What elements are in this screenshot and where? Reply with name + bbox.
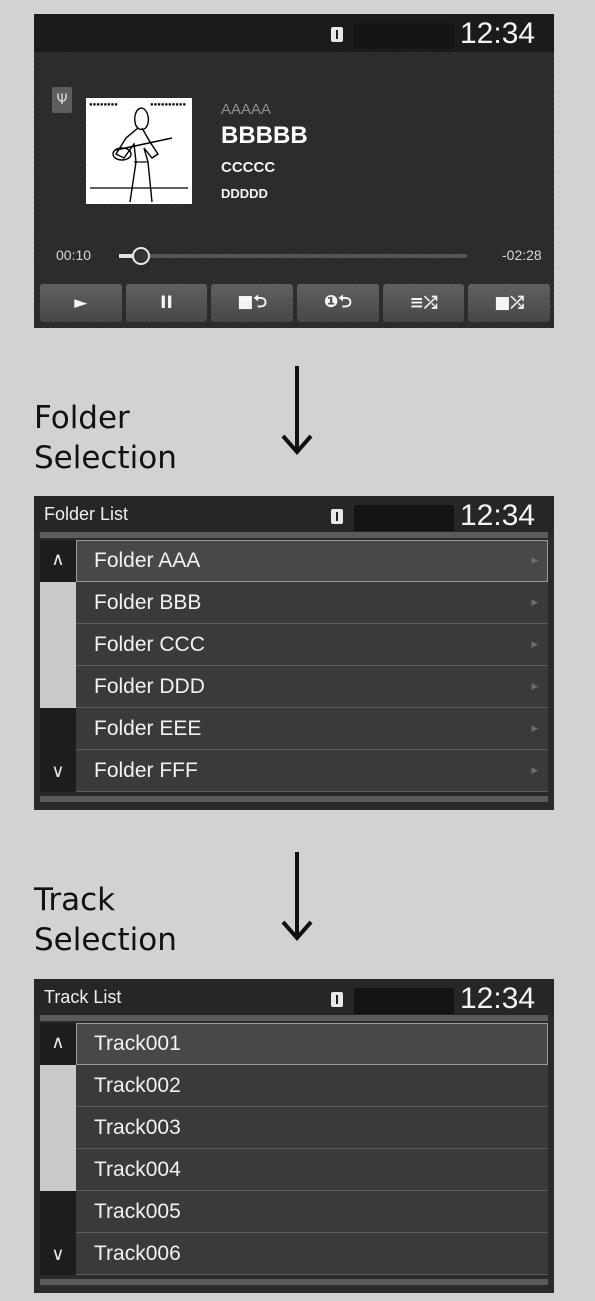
list-item[interactable]: Folder CCC ▸ bbox=[76, 624, 548, 666]
track-repeat-button[interactable]: ❶⮌ bbox=[297, 284, 379, 322]
shuffle-button[interactable]: ≡⤮ bbox=[382, 284, 465, 322]
scrollbar[interactable]: ∧ ∨ bbox=[40, 1023, 76, 1275]
pause-icon: II bbox=[160, 293, 173, 313]
step-label-track-line2: Selection bbox=[34, 922, 177, 958]
album-label: CCCCC bbox=[221, 159, 276, 176]
chevron-right-icon: ▸ bbox=[531, 595, 538, 610]
list-item[interactable]: Track003 bbox=[76, 1107, 548, 1149]
chevron-right-icon: ▸ bbox=[531, 679, 538, 694]
folder-shuffle-button[interactable]: ■⤮ bbox=[468, 284, 551, 322]
folder-name: Folder CCC bbox=[94, 633, 205, 656]
folder-name: Folder EEE bbox=[94, 717, 202, 740]
remaining-time: -02:28 bbox=[502, 247, 542, 263]
clock: 12:34 bbox=[460, 499, 536, 532]
folder-list: Folder AAA ▸ Folder BBB ▸ Folder CCC ▸ F… bbox=[76, 540, 548, 792]
list-item[interactable]: Track006 bbox=[76, 1233, 548, 1275]
folder-name: Folder BBB bbox=[94, 591, 202, 614]
scroll-down-button[interactable]: ∨ bbox=[40, 1235, 76, 1275]
scroll-up-button[interactable]: ∧ bbox=[40, 540, 76, 580]
track-list: Track001 Track002 Track003 Track004 Trac… bbox=[76, 1023, 548, 1275]
scroll-up-button[interactable]: ∧ bbox=[40, 1023, 76, 1063]
genre-label: DDDDD bbox=[221, 186, 268, 201]
folder-name: Folder DDD bbox=[94, 675, 205, 698]
list-item[interactable]: Track001 bbox=[76, 1023, 548, 1065]
scrollbar[interactable]: ∧ ∨ bbox=[40, 540, 76, 792]
track-name: Track006 bbox=[94, 1242, 181, 1265]
usb-status-icon bbox=[331, 992, 343, 1007]
audio-player-screen: 12:34 Ψ ▪▪▪▪▪▪▪▪ ▪▪▪▪▪▪▪▪▪▪ AAAAA BBBBB … bbox=[34, 14, 554, 328]
folder-list-header: Folder List 12:34 bbox=[34, 496, 554, 532]
list-item[interactable]: Folder EEE ▸ bbox=[76, 708, 548, 750]
folder-name: Folder FFF bbox=[94, 759, 198, 782]
usb-status-icon bbox=[331, 27, 343, 42]
clock: 12:34 bbox=[460, 982, 536, 1015]
step-label-folder-line2: Selection bbox=[34, 440, 177, 476]
folder-shuffle-icon: ■⤮ bbox=[494, 293, 525, 313]
list-item[interactable]: Folder BBB ▸ bbox=[76, 582, 548, 624]
step-label-track: Track Selection bbox=[34, 880, 177, 960]
usb-status-icon bbox=[331, 509, 343, 524]
chevron-right-icon: ▸ bbox=[531, 721, 538, 736]
divider bbox=[40, 532, 548, 538]
progress-bar[interactable] bbox=[119, 247, 467, 265]
scroll-thumb[interactable] bbox=[40, 582, 76, 708]
list-item[interactable]: Folder FFF ▸ bbox=[76, 750, 548, 792]
pause-button[interactable]: II bbox=[125, 284, 208, 322]
usb-source-icon[interactable]: Ψ bbox=[52, 87, 72, 113]
status-slot bbox=[354, 988, 454, 1014]
album-art-drawing: ▪▪▪▪▪▪▪▪ ▪▪▪▪▪▪▪▪▪▪ bbox=[86, 98, 192, 204]
play-button[interactable]: ► bbox=[40, 284, 122, 322]
track-repeat-icon: ❶⮌ bbox=[323, 291, 352, 312]
chevron-right-icon: ▸ bbox=[531, 553, 538, 568]
step-label-track-line1: Track bbox=[34, 882, 116, 918]
progress-knob[interactable] bbox=[131, 247, 150, 265]
elapsed-time: 00:10 bbox=[56, 247, 92, 263]
step-label-folder: Folder Selection bbox=[34, 398, 177, 478]
shuffle-icon: ≡⤮ bbox=[409, 293, 438, 313]
step-label-folder-line1: Folder bbox=[34, 400, 130, 436]
chevron-right-icon: ▸ bbox=[531, 763, 538, 778]
down-arrow-icon bbox=[281, 852, 313, 942]
list-item[interactable]: Folder AAA ▸ bbox=[76, 540, 548, 582]
list-item[interactable]: Track005 bbox=[76, 1191, 548, 1233]
folder-repeat-icon: ■⮌ bbox=[237, 291, 268, 312]
divider bbox=[40, 1279, 548, 1285]
playback-controls: ► II ■⮌ ❶⮌ ≡⤮ ■⤮ bbox=[40, 284, 551, 322]
divider bbox=[40, 1015, 548, 1021]
down-arrow-icon bbox=[281, 366, 313, 456]
divider bbox=[40, 796, 548, 802]
list-item[interactable]: Track002 bbox=[76, 1065, 548, 1107]
folder-list-screen: Folder List 12:34 ∧ ∨ Folder AAA ▸ Folde… bbox=[34, 496, 554, 810]
chevron-right-icon: ▸ bbox=[531, 637, 538, 652]
track-name: Track001 bbox=[94, 1032, 181, 1055]
track-name: Track002 bbox=[94, 1074, 181, 1097]
status-slot bbox=[354, 23, 454, 49]
scroll-down-button[interactable]: ∨ bbox=[40, 752, 76, 792]
album-art: ▪▪▪▪▪▪▪▪ ▪▪▪▪▪▪▪▪▪▪ bbox=[86, 98, 192, 204]
clock: 12:34 bbox=[460, 17, 536, 50]
folder-repeat-button[interactable]: ■⮌ bbox=[211, 284, 294, 322]
track-list-screen: Track List 12:34 ∧ ∨ Track001 Track002 T… bbox=[34, 979, 554, 1293]
scroll-thumb[interactable] bbox=[40, 1065, 76, 1191]
track-name: Track003 bbox=[94, 1116, 181, 1139]
list-item[interactable]: Track004 bbox=[76, 1149, 548, 1191]
track-list-header: Track List 12:34 bbox=[34, 979, 554, 1015]
folder-list-title: Folder List bbox=[44, 504, 129, 524]
track-title: BBBBB bbox=[221, 122, 308, 149]
play-icon: ► bbox=[74, 293, 88, 313]
list-item[interactable]: Folder DDD ▸ bbox=[76, 666, 548, 708]
folder-name: Folder AAA bbox=[94, 549, 201, 572]
track-name: Track005 bbox=[94, 1200, 181, 1223]
svg-text:▪▪▪▪▪▪▪▪: ▪▪▪▪▪▪▪▪ bbox=[89, 101, 118, 108]
artist-label: AAAAA bbox=[221, 101, 272, 118]
svg-text:▪▪▪▪▪▪▪▪▪▪: ▪▪▪▪▪▪▪▪▪▪ bbox=[150, 101, 186, 108]
track-name: Track004 bbox=[94, 1158, 181, 1181]
track-list-title: Track List bbox=[44, 987, 122, 1007]
status-bar: 12:34 bbox=[34, 14, 554, 52]
status-slot bbox=[354, 505, 454, 531]
